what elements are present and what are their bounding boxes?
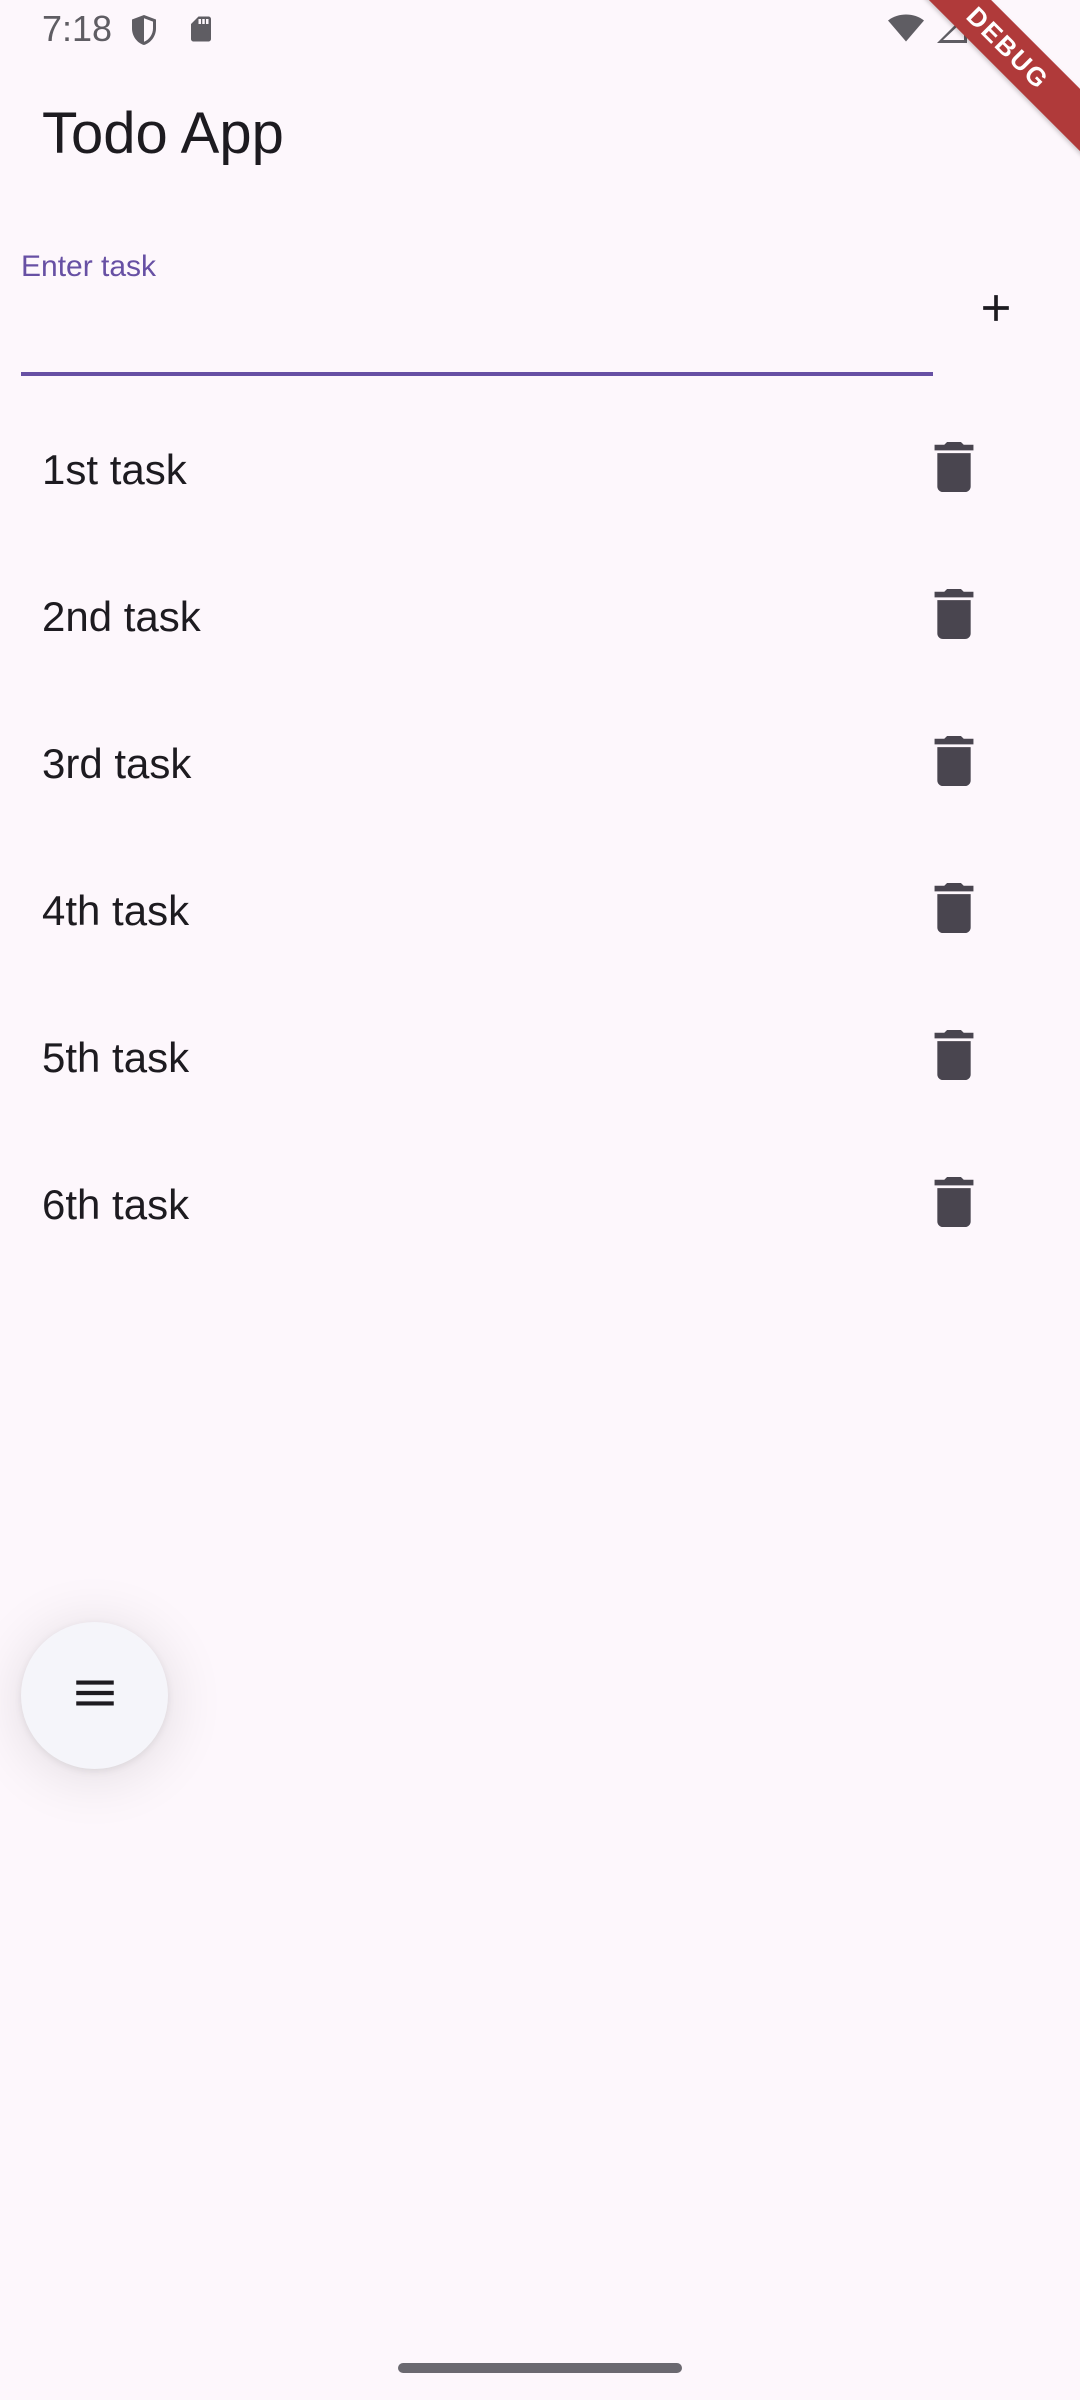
status-time: 7:18: [42, 8, 113, 49]
task-input-label: Enter task: [21, 250, 157, 283]
gesture-nav-handle[interactable]: [398, 2363, 682, 2373]
delete-icon: [933, 1177, 975, 1232]
task-label: 5th task: [42, 1033, 190, 1081]
task-input-field[interactable]: Enter task: [21, 240, 933, 376]
delete-icon: [933, 1030, 975, 1085]
delete-icon: [933, 589, 975, 644]
plus-icon: [974, 286, 1018, 335]
delete-icon: [933, 736, 975, 791]
task-label: 1st task: [42, 445, 187, 493]
shield-icon: [126, 10, 162, 50]
delete-task-button[interactable]: [906, 569, 1002, 665]
input-underline: [21, 372, 933, 376]
delete-task-button[interactable]: [906, 422, 1002, 518]
menu-fab-button[interactable]: [21, 1622, 168, 1769]
task-list-item: 2nd task: [0, 543, 1080, 690]
delete-icon: [933, 883, 975, 938]
task-list-item: 5th task: [0, 984, 1080, 1131]
delete-icon: [933, 442, 975, 497]
task-label: 2nd task: [42, 592, 201, 640]
delete-task-button[interactable]: [906, 1157, 1002, 1253]
task-list-item: 3rd task: [0, 690, 1080, 837]
delete-task-button[interactable]: [906, 863, 1002, 959]
menu-icon: [70, 1668, 120, 1723]
add-task-button[interactable]: [950, 264, 1042, 356]
todo-app-screen: 7:18 DEBUG Todo App Enter task 1st task …: [0, 0, 1080, 2400]
page-title: Todo App: [42, 101, 284, 166]
task-label: 6th task: [42, 1180, 190, 1228]
task-label: 4th task: [42, 886, 190, 934]
task-label: 3rd task: [42, 739, 192, 787]
status-bar: 7:18: [0, 0, 1080, 64]
delete-task-button[interactable]: [906, 716, 1002, 812]
task-input[interactable]: [21, 300, 933, 370]
task-list-item: 4th task: [0, 837, 1080, 984]
task-list-item: 6th task: [0, 1131, 1080, 1278]
task-list: 1st task 2nd task 3rd task 4th task 5th …: [0, 396, 1080, 1278]
task-list-item: 1st task: [0, 396, 1080, 543]
wifi-icon: [886, 10, 926, 46]
delete-task-button[interactable]: [906, 1010, 1002, 1106]
sd-card-icon: [186, 10, 216, 48]
